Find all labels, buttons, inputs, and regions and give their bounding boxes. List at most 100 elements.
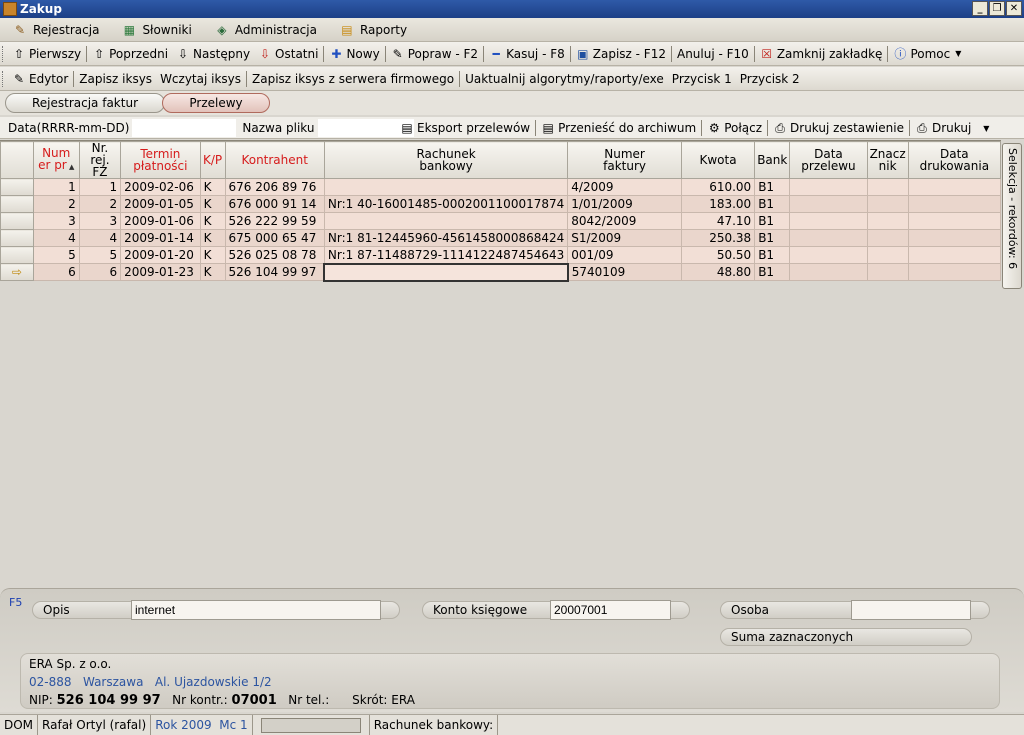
delete-button[interactable]: ━ Kasuj - F8 — [485, 43, 569, 65]
cell-account[interactable] — [323, 178, 569, 196]
save-button[interactable]: ▣ Zapisz - F12 — [572, 43, 670, 65]
cell-contractor[interactable]: 526 104 99 97 — [224, 263, 325, 281]
col-header-kp[interactable]: K/P — [199, 141, 226, 179]
date-input[interactable] — [132, 118, 237, 137]
menu-dictionaries[interactable]: ▦ Słowniki — [109, 18, 201, 42]
cell-contractor[interactable]: 675 000 65 47 — [224, 229, 325, 247]
cell-amount[interactable]: 183.00 — [680, 195, 756, 213]
cell-reg[interactable]: 6 — [78, 263, 122, 281]
cell-reg[interactable]: 4 — [78, 229, 122, 247]
cell-amount[interactable]: 47.10 — [680, 212, 756, 230]
cell-account[interactable] — [323, 262, 569, 282]
cell-transfer-date[interactable] — [789, 195, 868, 213]
cell-mark[interactable] — [866, 195, 909, 213]
cell-transfer-date[interactable] — [789, 212, 868, 230]
col-header-mark[interactable]: Znacz nik — [866, 141, 909, 179]
cell-print-date[interactable] — [907, 178, 1002, 196]
col-header-account[interactable]: Rachunek bankowy — [323, 141, 569, 179]
print-button[interactable]: ⎙ Drukuj ▼ — [911, 117, 993, 139]
cell-num[interactable]: 3 — [32, 212, 80, 230]
cell-num[interactable]: 4 — [32, 229, 80, 247]
cell-print-date[interactable] — [907, 246, 1002, 264]
cell-bank[interactable]: B1 — [754, 212, 791, 230]
tab-invoice-registration[interactable]: Rejestracja faktur — [5, 93, 165, 113]
cell-bank[interactable]: B1 — [754, 178, 791, 196]
edit-button[interactable]: ✎ Popraw - F2 — [387, 43, 482, 65]
cell-num[interactable]: 2 — [32, 195, 80, 213]
load-xsys-button[interactable]: Wczytaj iksys — [156, 68, 245, 90]
cell-due[interactable]: 2009-01-20 — [120, 246, 201, 264]
description-input[interactable] — [131, 600, 381, 620]
cell-amount[interactable]: 610.00 — [680, 178, 756, 196]
last-button[interactable]: ⇩ Ostatni — [254, 43, 322, 65]
cell-account[interactable]: Nr:1 87-11488729-1114122487454643 — [323, 246, 569, 264]
cell-invoice[interactable]: 1/01/2009 — [567, 195, 682, 213]
table-row[interactable]: 4 4 2009-01-14 K 675 000 65 47 Nr:1 81-124459… — [0, 229, 1002, 247]
cell-invoice[interactable]: 4/2009 — [567, 178, 682, 196]
cell-due[interactable]: 2009-01-06 — [120, 212, 201, 230]
cell-kp[interactable]: K — [199, 195, 226, 213]
cell-account[interactable] — [323, 212, 569, 230]
cell-mark[interactable] — [866, 229, 909, 247]
minimize-button[interactable]: _ — [972, 1, 988, 16]
close-tab-button[interactable]: ☒ Zamknij zakładkę — [756, 43, 887, 65]
connect-button[interactable]: ⚙ Połącz — [703, 117, 766, 139]
table-row[interactable]: ⇨ 6 6 2009-01-23 K 526 104 99 97 5740109 48.80 B… — [0, 262, 1002, 282]
table-row[interactable]: 1 1 2009-02-06 K 676 206 89 76 4/2009 610.00 B1 — [0, 178, 1002, 196]
row-selector[interactable] — [0, 178, 34, 196]
cell-num[interactable]: 1 — [32, 178, 80, 196]
cell-due[interactable]: 2009-02-06 — [120, 178, 201, 196]
cell-kp[interactable]: K — [199, 212, 226, 230]
cell-reg[interactable]: 3 — [78, 212, 122, 230]
row-selector[interactable] — [0, 195, 34, 213]
cell-amount[interactable]: 50.50 — [680, 246, 756, 264]
cell-mark[interactable] — [866, 246, 909, 264]
archive-button[interactable]: ▤ Przenieść do archiwum — [537, 117, 700, 139]
account-input[interactable] — [550, 600, 671, 620]
cell-kp[interactable]: K — [199, 246, 226, 264]
new-button[interactable]: ✚ Nowy — [325, 43, 383, 65]
cell-due[interactable]: 2009-01-23 — [120, 263, 201, 281]
cell-amount[interactable]: 250.38 — [680, 229, 756, 247]
row-selector[interactable]: ⇨ — [0, 263, 34, 281]
col-header-transfer-date[interactable]: Data przelewu — [789, 141, 868, 179]
cell-print-date[interactable] — [907, 263, 1002, 281]
cell-account[interactable]: Nr:1 40-16001485-0002001100017874 — [323, 195, 569, 213]
row-selector[interactable] — [0, 229, 34, 247]
cell-reg[interactable]: 2 — [78, 195, 122, 213]
cell-mark[interactable] — [866, 212, 909, 230]
menu-administration[interactable]: ◈ Administracja — [202, 18, 327, 42]
cell-due[interactable]: 2009-01-05 — [120, 195, 201, 213]
previous-button[interactable]: ⇧ Poprzedni — [88, 43, 172, 65]
cell-print-date[interactable] — [907, 212, 1002, 230]
cell-transfer-date[interactable] — [789, 246, 868, 264]
cell-mark[interactable] — [866, 263, 909, 281]
export-transfers-button[interactable]: ▤ Eksport przelewów — [396, 117, 534, 139]
cell-mark[interactable] — [866, 178, 909, 196]
col-header-num[interactable]: Num er pr ▲ — [32, 141, 80, 179]
cell-transfer-date[interactable] — [789, 229, 868, 247]
save-xsys-server-button[interactable]: Zapisz iksys z serwera firmowego — [248, 68, 458, 90]
cell-num[interactable]: 5 — [32, 246, 80, 264]
col-header-print-date[interactable]: Data drukowania — [907, 141, 1002, 179]
cell-bank[interactable]: B1 — [754, 246, 791, 264]
cell-contractor[interactable]: 526 222 99 59 — [224, 212, 325, 230]
cell-account[interactable]: Nr:1 81-12445960-4561458000868424 — [323, 229, 569, 247]
cell-contractor[interactable]: 676 206 89 76 — [224, 178, 325, 196]
table-row[interactable]: 5 5 2009-01-20 K 526 025 08 78 Nr:1 87-114887… — [0, 246, 1002, 264]
row-selector[interactable] — [0, 212, 34, 230]
cell-invoice[interactable]: S1/2009 — [567, 229, 682, 247]
col-header-amount[interactable]: Kwota — [680, 141, 756, 179]
row-selector[interactable] — [0, 246, 34, 264]
first-button[interactable]: ⇧ Pierwszy — [8, 43, 85, 65]
cell-invoice[interactable]: 5740109 — [567, 263, 682, 281]
close-button[interactable]: ✕ — [1006, 1, 1022, 16]
cell-num[interactable]: 6 — [32, 263, 80, 281]
col-header-contractor[interactable]: Kontrahent — [224, 141, 325, 179]
table-row[interactable]: 2 2 2009-01-05 K 676 000 91 14 Nr:1 40-160014… — [0, 195, 1002, 213]
cell-contractor[interactable]: 526 025 08 78 — [224, 246, 325, 264]
person-input[interactable] — [851, 600, 971, 620]
cancel-button[interactable]: Anuluj - F10 — [673, 43, 753, 65]
next-button[interactable]: ⇩ Następny — [172, 43, 254, 65]
print-summary-button[interactable]: ⎙ Drukuj zestawienie — [769, 117, 908, 139]
